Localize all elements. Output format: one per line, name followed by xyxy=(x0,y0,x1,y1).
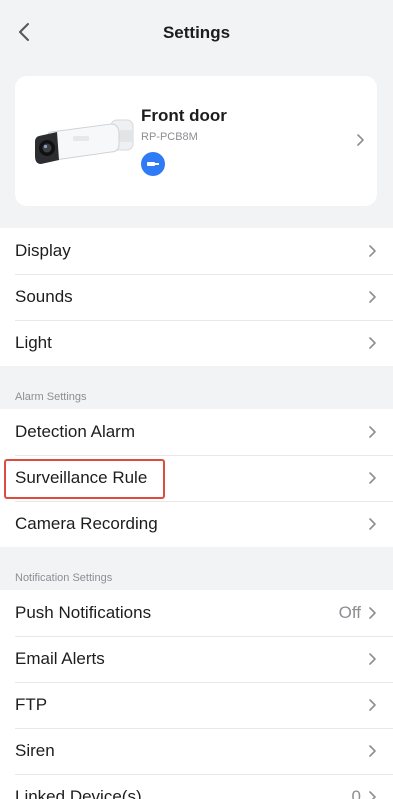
header: Settings xyxy=(0,0,393,66)
row-label: FTP xyxy=(15,695,48,714)
siren-row[interactable]: Siren xyxy=(0,728,393,774)
row-label: Detection Alarm xyxy=(15,422,135,441)
row-label: Email Alerts xyxy=(15,649,105,668)
linked-devices-count: 0 xyxy=(351,787,361,799)
detection-alarm-row[interactable]: Detection Alarm xyxy=(0,409,393,455)
ethernet-icon xyxy=(147,162,159,166)
push-notifications-row[interactable]: Push Notifications Off xyxy=(0,590,393,636)
device-card[interactable]: Front door RP-PCB8M xyxy=(15,76,377,206)
light-row[interactable]: Light xyxy=(0,320,393,366)
row-label: Siren xyxy=(15,741,55,760)
chevron-right-icon xyxy=(369,291,376,303)
settings-page: Settings Front door RP-PCB8M Display Sou… xyxy=(0,0,393,799)
email-alerts-row[interactable]: Email Alerts xyxy=(0,636,393,682)
surveillance-rule-row[interactable]: Surveillance Rule xyxy=(0,455,393,501)
chevron-right-icon xyxy=(369,699,376,711)
row-label: Light xyxy=(15,333,52,352)
ftp-row[interactable]: FTP xyxy=(0,682,393,728)
page-title: Settings xyxy=(162,23,231,42)
push-notifications-value: Off xyxy=(338,603,361,622)
display-row[interactable]: Display xyxy=(0,228,393,274)
alarm-section-title: Alarm Settings xyxy=(15,391,87,403)
row-label: Camera Recording xyxy=(15,514,158,533)
ethernet-badge xyxy=(141,152,165,176)
sounds-row[interactable]: Sounds xyxy=(0,274,393,320)
camera-image xyxy=(35,119,134,164)
chevron-right-icon xyxy=(369,472,376,484)
row-label: Linked Device(s) xyxy=(15,787,142,799)
notification-section-title: Notification Settings xyxy=(15,572,113,584)
general-settings-group: Display Sounds Light xyxy=(0,228,393,366)
camera-recording-row[interactable]: Camera Recording xyxy=(0,501,393,547)
chevron-right-icon xyxy=(369,653,376,665)
device-name: Front door xyxy=(141,106,227,125)
row-label: Sounds xyxy=(15,287,73,306)
chevron-right-icon xyxy=(369,245,376,257)
chevron-right-icon xyxy=(369,426,376,438)
chevron-right-icon xyxy=(369,337,376,349)
row-label: Display xyxy=(15,241,71,260)
back-button[interactable] xyxy=(10,18,38,46)
row-label: Push Notifications xyxy=(15,603,152,622)
chevron-right-icon xyxy=(369,518,376,530)
notification-settings-group: Push Notifications Off Email Alerts FTP … xyxy=(0,590,393,799)
chevron-left-icon xyxy=(19,23,29,41)
row-label: Surveillance Rule xyxy=(15,468,148,487)
device-model: RP-PCB8M xyxy=(141,131,198,143)
device-info: Front door RP-PCB8M xyxy=(141,106,227,176)
linked-devices-row[interactable]: Linked Device(s) 0 xyxy=(0,774,393,799)
chevron-right-icon xyxy=(369,791,376,799)
chevron-right-icon xyxy=(369,745,376,757)
chevron-right-icon xyxy=(357,134,364,146)
chevron-right-icon xyxy=(369,607,376,619)
alarm-settings-group: Detection Alarm Surveillance Rule Camera… xyxy=(0,409,393,547)
